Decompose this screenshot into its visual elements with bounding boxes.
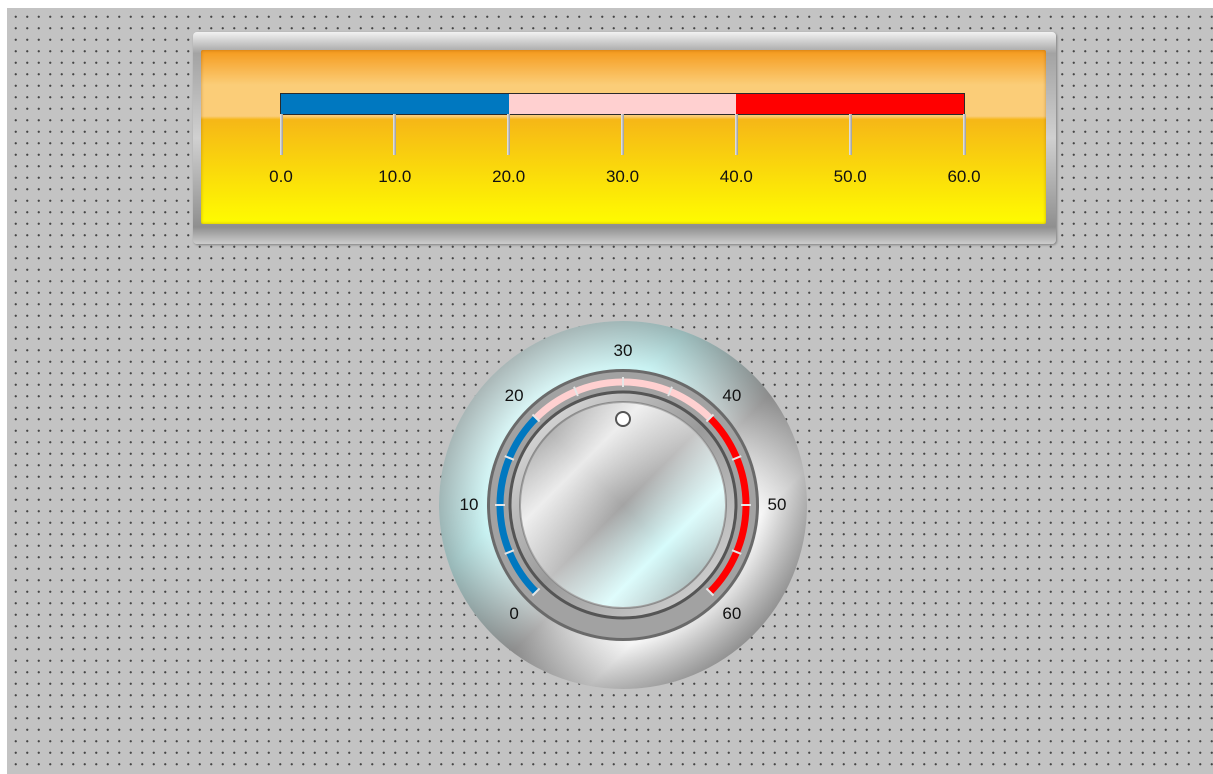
dial-label: 20 (504, 386, 524, 406)
scale-tick (962, 114, 966, 155)
rotary-knob[interactable]: 0 10 20 30 40 50 60 (438, 320, 808, 690)
scale-tick (393, 114, 397, 155)
scale-tick (734, 114, 738, 155)
dial-label: 60 (722, 603, 742, 623)
scale-tick-label: 10.0 (378, 167, 412, 186)
dial-label: 50 (767, 495, 787, 514)
scale-tick-label: 20.0 (492, 167, 526, 186)
rotary-knob-graphic[interactable] (438, 320, 808, 690)
scale-tick (507, 114, 511, 155)
scale-tick (848, 114, 852, 155)
scale-tick (621, 114, 624, 155)
dial-label: 30 (613, 341, 633, 360)
linear-scale-gauge[interactable]: 0.0 10.0 20.0 30.0 40.0 50.0 60.0 (193, 32, 1056, 244)
scale-tick-label: 60.0 (947, 167, 981, 186)
scale-bar-frame (280, 93, 965, 115)
knob-cap-sheen (520, 402, 726, 608)
scale-tick-label: 40.0 (719, 167, 753, 186)
linear-scale-face: 0.0 10.0 20.0 30.0 40.0 50.0 60.0 (201, 50, 1046, 224)
scale-tick-label: 0.0 (269, 167, 293, 186)
dial-label: 0 (509, 603, 519, 623)
scale-tick-label: 30.0 (605, 167, 640, 186)
dial-label: 40 (722, 386, 742, 406)
scale-tick-label: 50.0 (833, 167, 867, 186)
knob-pointer (615, 411, 631, 427)
scale-tick (279, 114, 283, 155)
dial-label: 10 (459, 495, 479, 514)
